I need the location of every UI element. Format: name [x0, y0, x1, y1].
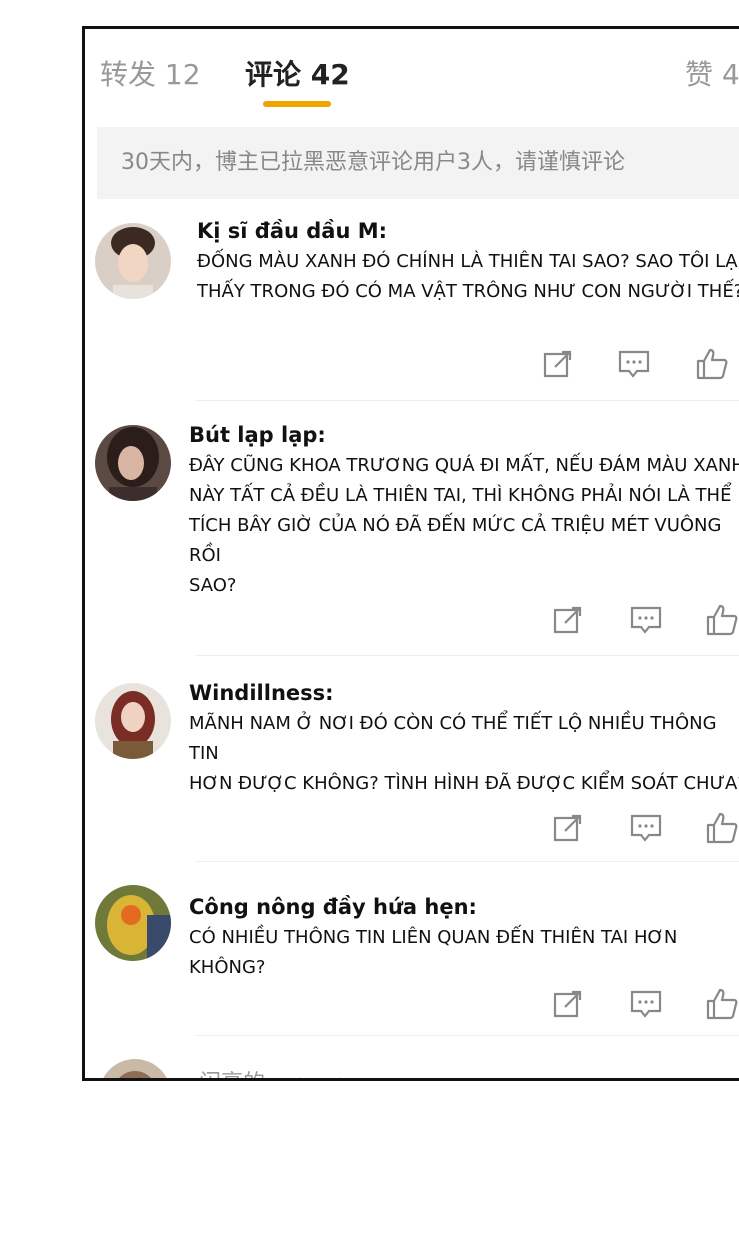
comment-icon[interactable]: [629, 811, 663, 845]
divider: [195, 655, 739, 656]
share-icon[interactable]: [551, 811, 585, 845]
share-icon[interactable]: [551, 987, 585, 1021]
comment-icon[interactable]: [629, 987, 663, 1021]
comment-author[interactable]: Công nông đầy hứa hẹn:: [189, 895, 477, 919]
share-icon[interactable]: [541, 347, 575, 381]
like-icon[interactable]: [705, 811, 739, 845]
comment-author[interactable]: 闪亮的yunyun: [199, 1065, 347, 1078]
like-icon[interactable]: [705, 603, 739, 637]
comment-text: Đống màu xanh đó chính là thiên tai sao?…: [197, 251, 739, 302]
avatar[interactable]: [95, 425, 171, 501]
notice-banner: 30天内，博主已拉黑恶意评论用户3人，请谨慎评论: [97, 127, 739, 199]
avatar[interactable]: [95, 683, 171, 759]
tab-likes[interactable]: 赞 4: [685, 53, 739, 93]
avatar-image: [95, 683, 171, 759]
tab-comments[interactable]: 评论 42: [245, 53, 350, 93]
active-tab-indicator: [263, 101, 331, 107]
avatar-image: [99, 1059, 171, 1078]
avatar-image: [95, 425, 171, 501]
avatar[interactable]: [99, 1059, 171, 1078]
comment-text: Có nhiều thông tin liên quan đến thiên t…: [189, 927, 678, 978]
tab-reposts[interactable]: 转发 12: [100, 53, 201, 93]
comment-text: Đây cũng khoa trương quá đi mất, nếu đám…: [189, 455, 739, 596]
divider: [195, 1035, 739, 1036]
avatar[interactable]: [95, 223, 171, 299]
share-icon[interactable]: [551, 603, 585, 637]
comment-icon[interactable]: [629, 603, 663, 637]
comments-screen: 转发 12 评论 42 赞 4 30天内，博主已拉黑恶意评论用户3人，请谨慎评论…: [82, 26, 739, 1081]
tab-bar: 转发 12 评论 42 赞 4: [85, 29, 739, 115]
comment-icon[interactable]: [617, 347, 651, 381]
avatar[interactable]: [95, 885, 171, 961]
comment-text: Mãnh nam ở nơi đó còn có thể tiết lộ nhi…: [189, 713, 739, 794]
comment-author[interactable]: Windillness:: [189, 681, 334, 705]
avatar-image: [95, 885, 171, 961]
like-icon[interactable]: [695, 347, 729, 381]
divider: [195, 400, 739, 401]
like-icon[interactable]: [705, 987, 739, 1021]
avatar-image: [95, 223, 171, 299]
comment-author[interactable]: Bút lạp lạp:: [189, 423, 326, 447]
divider: [195, 861, 739, 862]
comment-author[interactable]: Kị sĩ đầu dầu M:: [197, 219, 387, 243]
